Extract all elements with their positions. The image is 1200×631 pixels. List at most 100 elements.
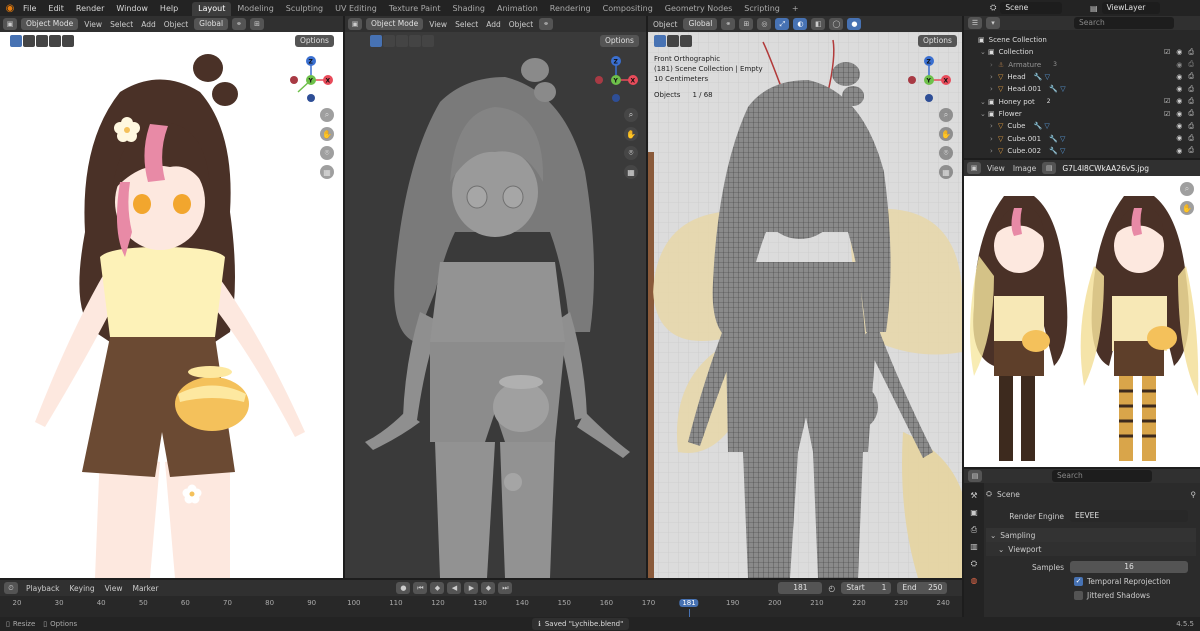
eye-icon[interactable]: ◉ (1176, 134, 1182, 142)
play-reverse-icon[interactable]: ◀ (447, 582, 462, 594)
gizmo-neg-x-icon[interactable] (908, 76, 916, 84)
exclude-checkbox-icon[interactable]: ☑ (1164, 110, 1170, 118)
chevron-icon[interactable]: › (990, 85, 998, 93)
menu-view[interactable]: View (82, 20, 104, 29)
next-keyframe-icon[interactable]: ◆ (481, 582, 496, 594)
menu-render[interactable]: Render (70, 4, 110, 13)
camera-icon[interactable]: ⌾ (624, 146, 638, 160)
pan-hand-icon[interactable]: ✋ (1180, 201, 1194, 215)
editor-type-icon[interactable]: ▤ (968, 470, 982, 482)
tool-tab-icon[interactable]: ⚒ (964, 487, 984, 504)
viewport-subpanel-header[interactable]: ⌄ Viewport (986, 542, 1196, 556)
temporal-reprojection-checkbox[interactable]: ✓ (1074, 576, 1083, 586)
select-mode-icon[interactable] (680, 35, 692, 47)
camera-render-icon[interactable]: ⎙ (1188, 85, 1194, 94)
zoom-icon[interactable]: ⌕ (939, 108, 953, 122)
blender-logo-icon[interactable]: ◉ (3, 1, 17, 15)
current-frame-field[interactable]: 181 (778, 582, 823, 594)
camera-render-icon[interactable]: ⎙ (1188, 60, 1194, 69)
camera-icon[interactable]: ⌾ (939, 146, 953, 160)
eye-icon[interactable]: ◉ (1176, 122, 1182, 130)
menu-object[interactable]: Object (507, 20, 535, 29)
jump-end-icon[interactable]: ⏭ (498, 582, 513, 594)
select-box-icon[interactable] (654, 35, 666, 47)
image-browse-icon[interactable]: ▤ (1042, 162, 1057, 174)
outliner-row[interactable]: › ▽ Cube.001 🔧 ▽ ◉ ⎙ (964, 132, 1200, 144)
clock-icon[interactable]: ◴ (828, 584, 835, 593)
view-layer-field[interactable]: ViewLayer (1101, 2, 1160, 14)
end-frame-field[interactable]: End 250 (897, 582, 948, 594)
gizmo-neg-x-icon[interactable] (595, 76, 603, 84)
filter-icon[interactable]: ▾ (986, 17, 1000, 29)
eye-icon[interactable]: ◉ (1176, 147, 1182, 155)
tab-layout[interactable]: Layout (192, 2, 232, 16)
chevron-icon[interactable]: › (990, 73, 998, 81)
menu-select[interactable]: Select (108, 20, 135, 29)
outliner-row[interactable]: ▣ Scene Collection (964, 34, 1200, 46)
outliner-row[interactable]: › ▽ Head 🔧 ▽ ◉ ⎙ (964, 71, 1200, 83)
shading-solid-icon[interactable]: ● (847, 18, 862, 30)
view-layer-tab-icon[interactable]: ▥ (964, 538, 984, 555)
editor-type-icon[interactable]: ▣ (348, 18, 362, 30)
tab-animation[interactable]: Animation (491, 2, 544, 16)
camera-render-icon[interactable]: ⎙ (1188, 72, 1194, 81)
orientation-dropdown[interactable]: Global (194, 18, 229, 30)
xray-toggle-icon[interactable]: ◧ (811, 18, 826, 30)
camera-render-icon[interactable]: ⎙ (1188, 146, 1194, 155)
outliner-search-input[interactable]: Search (1074, 17, 1174, 29)
editor-type-icon[interactable]: ⏲ (4, 582, 18, 594)
navigation-gizmo[interactable]: Z X Y (288, 52, 336, 108)
tab-rendering[interactable]: Rendering (544, 2, 597, 16)
timeline-track[interactable]: 20 30 40 50 60 70 80 90 100 110 120 130 140 150 160 170… (0, 596, 962, 617)
output-tab-icon[interactable]: ⎙ (964, 521, 984, 538)
link-icon[interactable]: ⚭ (539, 18, 554, 30)
reference-image[interactable]: ⌕ ✋ (964, 176, 1200, 467)
outliner-row[interactable]: ⌄ ▣ Honey pot 2 ☑ ◉ ⎙ (964, 95, 1200, 107)
mode-dropdown[interactable]: Object Mode (366, 18, 424, 30)
menu-view[interactable]: View (427, 20, 449, 29)
prev-keyframe-icon[interactable]: ◆ (430, 582, 445, 594)
menu-object[interactable]: Object (651, 20, 679, 29)
chevron-icon[interactable]: › (990, 147, 998, 155)
outliner-row[interactable]: ⌄ ▣ Collection ☑ ◉ ⎙ (964, 46, 1200, 58)
zoom-icon[interactable]: ⌕ (624, 108, 638, 122)
camera-render-icon[interactable]: ⎙ (1188, 109, 1194, 118)
chevron-icon[interactable]: › (990, 61, 998, 69)
eye-icon[interactable]: ◉ (1176, 97, 1182, 105)
menu-playback[interactable]: Playback (24, 584, 61, 593)
render-tab-icon[interactable]: ▣ (964, 504, 984, 521)
tab-shading[interactable]: Shading (446, 2, 491, 16)
pin-icon[interactable]: ⚲ (1191, 490, 1197, 499)
orientation-dropdown[interactable]: Global (683, 18, 718, 30)
samples-field[interactable]: 16 (1070, 561, 1188, 573)
menu-image[interactable]: Image (1011, 164, 1039, 173)
camera-render-icon[interactable]: ⎙ (1188, 48, 1194, 57)
zoom-icon[interactable]: ⌕ (1180, 182, 1194, 196)
editor-type-icon[interactable]: ▣ (3, 18, 17, 30)
link-icon[interactable]: ⚭ (721, 18, 736, 30)
record-icon[interactable]: ● (396, 582, 411, 594)
camera-render-icon[interactable]: ⎙ (1188, 97, 1194, 106)
grid-icon[interactable]: ▦ (320, 165, 334, 179)
chevron-icon[interactable]: ⌄ (980, 98, 988, 106)
menu-add[interactable]: Add (484, 20, 503, 29)
link-icon[interactable]: ⚭ (232, 18, 247, 30)
camera-render-icon[interactable]: ⎙ (1188, 134, 1194, 143)
outliner-row[interactable]: › ▽ Cube 🔧 ▽ ◉ ⎙ (964, 120, 1200, 132)
menu-object[interactable]: Object (162, 20, 190, 29)
menu-view[interactable]: View (985, 164, 1007, 173)
navigation-gizmo[interactable]: Z X Y (593, 52, 641, 108)
outliner-row[interactable]: › ▽ Cube.002 🔧 ▽ ◉ ⎙ (964, 145, 1200, 157)
tab-sculpting[interactable]: Sculpting (280, 2, 329, 16)
exclude-checkbox-icon[interactable]: ☑ (1164, 48, 1170, 56)
camera-icon[interactable]: ⌾ (320, 146, 334, 160)
scene-selector[interactable]: ⛭ Scene (990, 2, 1063, 14)
chevron-icon[interactable]: › (990, 122, 998, 130)
select-mode-icon[interactable] (667, 35, 679, 47)
gizmo-neg-z-icon[interactable] (612, 94, 620, 102)
current-frame-marker[interactable]: 181 (679, 599, 699, 607)
shading-wire-icon[interactable]: ◯ (829, 18, 844, 30)
menu-file[interactable]: File (17, 4, 42, 13)
eye-icon[interactable]: ◉ (1176, 85, 1182, 93)
tab-compositing[interactable]: Compositing (597, 2, 659, 16)
